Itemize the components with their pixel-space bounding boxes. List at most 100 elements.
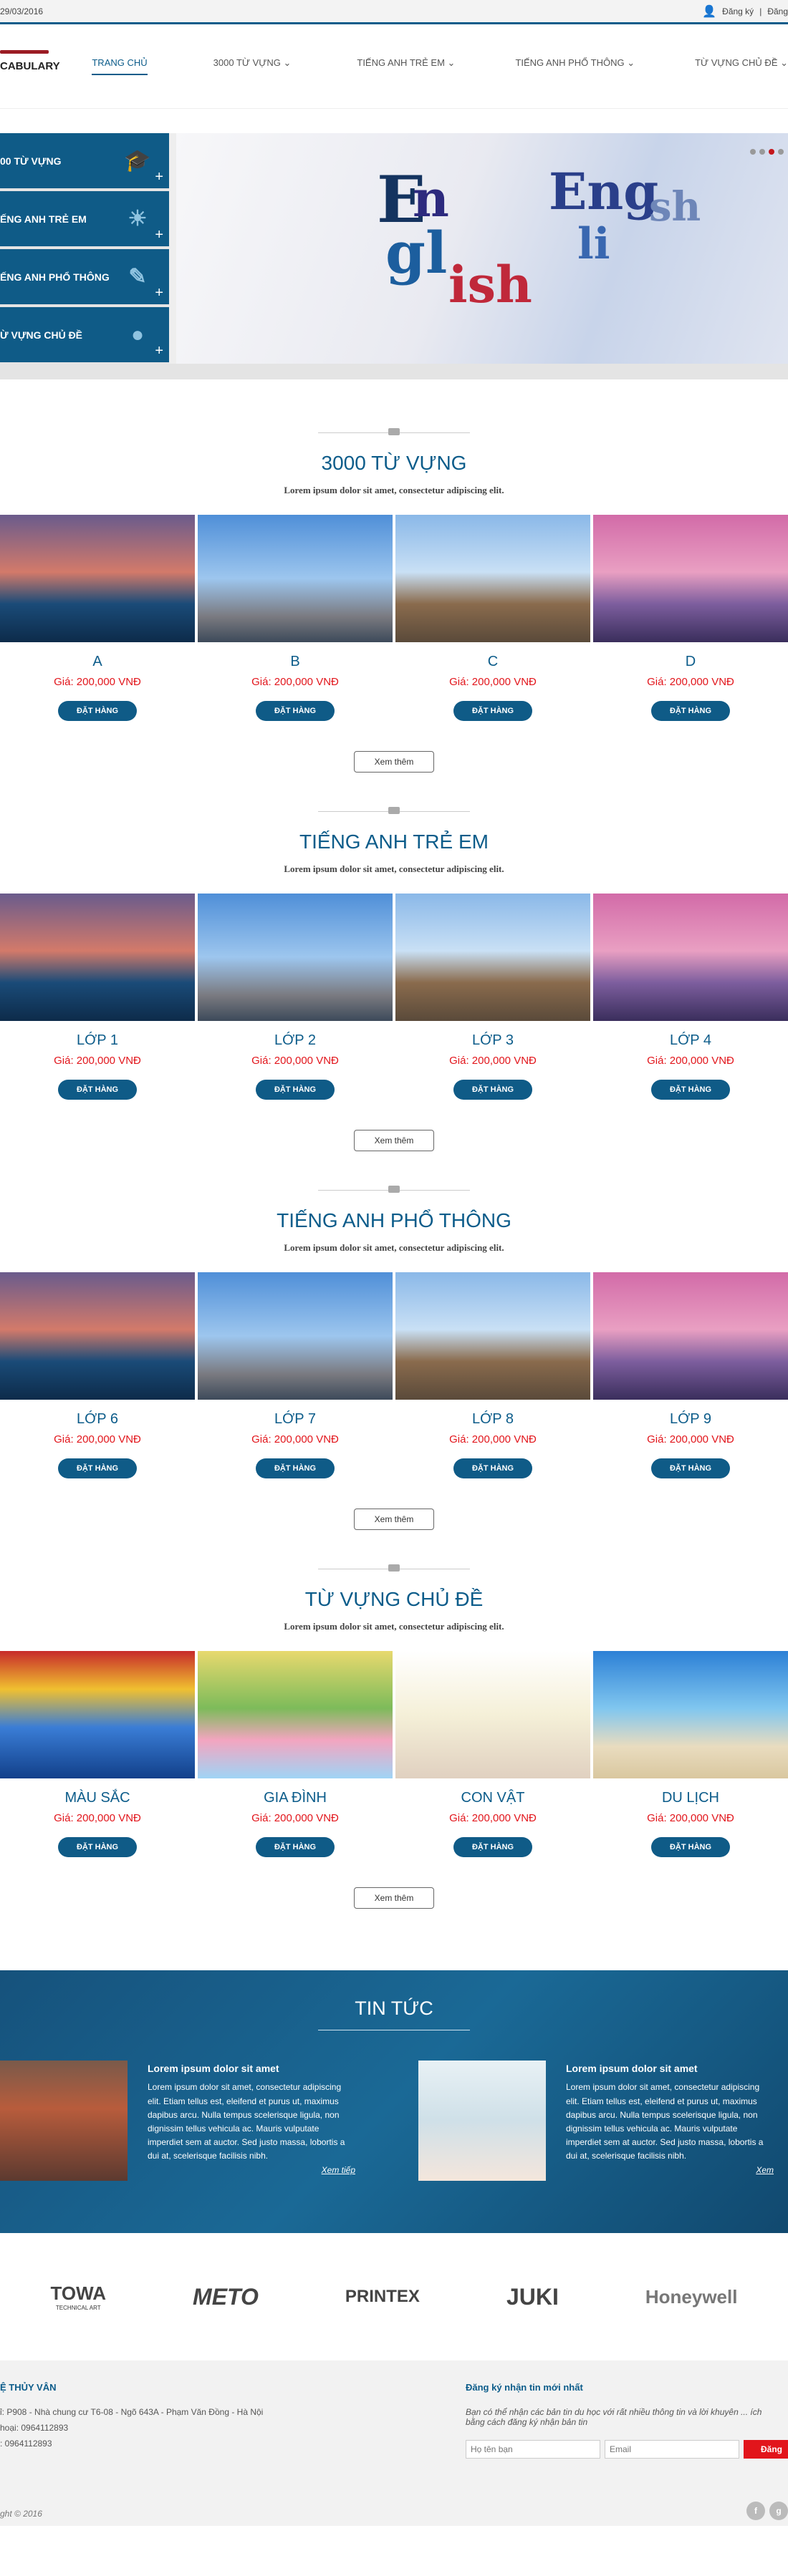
product-image[interactable] <box>395 1272 590 1400</box>
product-card[interactable]: LỚP 4 Giá: 200,000 VNĐ ĐẶT HÀNG <box>593 894 788 1100</box>
order-button[interactable]: ĐẶT HÀNG <box>57 1837 138 1857</box>
slider-dots[interactable] <box>750 149 784 155</box>
news-image[interactable] <box>418 2061 546 2181</box>
product-card[interactable]: B Giá: 200,000 VNĐ ĐẶT HÀNG <box>198 515 393 721</box>
product-image[interactable] <box>0 515 195 642</box>
order-button[interactable]: ĐẶT HÀNG <box>57 1080 138 1100</box>
sidebar-item-kids[interactable]: ẾNG ANH TRẺ EM ☀ + <box>0 191 169 246</box>
nav-3000-words[interactable]: 3000 TỪ VỰNG ⌄ <box>213 57 292 75</box>
register-link[interactable]: Đăng ký <box>722 6 754 16</box>
product-image[interactable] <box>395 894 590 1021</box>
order-button[interactable]: ĐẶT HÀNG <box>453 1837 533 1857</box>
product-name[interactable]: A <box>0 654 195 670</box>
product-card[interactable]: CON VẬT Giá: 200,000 VNĐ ĐẶT HÀNG <box>395 1651 590 1857</box>
email-input[interactable] <box>605 2440 739 2459</box>
product-name[interactable]: D <box>593 654 788 670</box>
view-more-button[interactable]: Xem thêm <box>353 751 435 773</box>
order-button[interactable]: ĐẶT HÀNG <box>650 1837 731 1857</box>
read-more-link[interactable]: Xem tiếp <box>148 2164 355 2177</box>
login-link[interactable]: Đăng <box>767 6 788 16</box>
product-name[interactable]: LỚP 8 <box>395 1411 590 1428</box>
order-button[interactable]: ĐẶT HÀNG <box>453 701 533 721</box>
product-card[interactable]: LỚP 7 Giá: 200,000 VNĐ ĐẶT HÀNG <box>198 1272 393 1478</box>
product-name[interactable]: LỚP 2 <box>198 1032 393 1049</box>
order-button[interactable]: ĐẶT HÀNG <box>255 1837 335 1857</box>
product-name[interactable]: LỚP 3 <box>395 1032 590 1049</box>
product-image[interactable] <box>593 1651 788 1778</box>
subscribe-button[interactable]: Đăng <box>744 2440 788 2459</box>
read-more-link[interactable]: Xem <box>566 2164 774 2177</box>
product-card[interactable]: LỚP 2 Giá: 200,000 VNĐ ĐẶT HÀNG <box>198 894 393 1100</box>
product-image[interactable] <box>198 894 393 1021</box>
view-more-button[interactable]: Xem thêm <box>353 1509 435 1530</box>
order-button[interactable]: ĐẶT HÀNG <box>650 701 731 721</box>
view-more-button[interactable]: Xem thêm <box>353 1130 435 1151</box>
product-price: Giá: 200,000 VNĐ <box>647 676 734 688</box>
product-card[interactable]: A Giá: 200,000 VNĐ ĐẶT HÀNG <box>0 515 195 721</box>
product-card[interactable]: GIA ĐÌNH Giá: 200,000 VNĐ ĐẶT HÀNG <box>198 1651 393 1857</box>
product-image[interactable] <box>593 515 788 642</box>
product-card[interactable]: LỚP 3 Giá: 200,000 VNĐ ĐẶT HÀNG <box>395 894 590 1100</box>
nav-kids-english[interactable]: TIẾNG ANH TRẺ EM ⌄ <box>357 57 455 75</box>
product-name[interactable]: B <box>198 654 393 670</box>
product-image[interactable] <box>198 1651 393 1778</box>
product-image[interactable] <box>593 894 788 1021</box>
logo[interactable]: CABULARY <box>0 50 90 72</box>
nav-general-english[interactable]: TIẾNG ANH PHỔ THÔNG ⌄ <box>515 57 635 75</box>
product-card[interactable]: MÀU SẮC Giá: 200,000 VNĐ ĐẶT HÀNG <box>0 1651 195 1857</box>
order-button[interactable]: ĐẶT HÀNG <box>57 1458 138 1478</box>
product-name[interactable]: CON VẬT <box>395 1790 590 1806</box>
product-card[interactable]: D Giá: 200,000 VNĐ ĐẶT HÀNG <box>593 515 788 721</box>
news-item[interactable]: Lorem ipsum dolor sit amet Lorem ipsum do… <box>394 2061 788 2181</box>
facebook-icon[interactable]: f <box>746 2502 765 2520</box>
product-name[interactable]: GIA ĐÌNH <box>198 1790 393 1806</box>
order-button[interactable]: ĐẶT HÀNG <box>255 1458 335 1478</box>
copyright: ght © 2016 <box>0 2509 42 2519</box>
order-button[interactable]: ĐẶT HÀNG <box>453 1458 533 1478</box>
sidebar-item-topics[interactable]: Ừ VỰNG CHỦ ĐỀ ● + <box>0 307 169 362</box>
product-image[interactable] <box>198 515 393 642</box>
sidebar-item-3000-words[interactable]: 00 TỪ VỰNG 🎓 + <box>0 133 169 188</box>
product-image[interactable] <box>395 1651 590 1778</box>
view-more-button[interactable]: Xem thêm <box>353 1887 435 1909</box>
product-card[interactable]: LỚP 8 Giá: 200,000 VNĐ ĐẶT HÀNG <box>395 1272 590 1478</box>
product-image[interactable] <box>593 1272 788 1400</box>
product-card[interactable]: C Giá: 200,000 VNĐ ĐẶT HÀNG <box>395 515 590 721</box>
product-image[interactable] <box>395 515 590 642</box>
order-button[interactable]: ĐẶT HÀNG <box>650 1080 731 1100</box>
brand-strip: TOWA TECHNICAL ART METO PRINTEX JUKI Hone… <box>0 2233 788 2360</box>
order-button[interactable]: ĐẶT HÀNG <box>57 701 138 721</box>
order-button[interactable]: ĐẶT HÀNG <box>255 1080 335 1100</box>
product-image[interactable] <box>0 1272 195 1400</box>
product-card[interactable]: LỚP 6 Giá: 200,000 VNĐ ĐẶT HÀNG <box>0 1272 195 1478</box>
product-name[interactable]: LỚP 6 <box>0 1411 195 1428</box>
sidebar-item-general[interactable]: ẾNG ANH PHỔ THÔNG ✎ + <box>0 249 169 304</box>
newsletter-title: Đăng ký nhận tin mới nhất <box>466 2382 583 2393</box>
product-card[interactable]: DU LỊCH Giá: 200,000 VNĐ ĐẶT HÀNG <box>593 1651 788 1857</box>
name-input[interactable] <box>466 2440 600 2459</box>
product-image[interactable] <box>0 894 195 1021</box>
product-price: Giá: 200,000 VNĐ <box>54 1055 141 1067</box>
product-name[interactable]: LỚP 7 <box>198 1411 393 1428</box>
news-item[interactable]: Lorem ipsum dolor sit amet Lorem ipsum do… <box>0 2061 394 2181</box>
product-card[interactable]: LỚP 1 Giá: 200,000 VNĐ ĐẶT HÀNG <box>0 894 195 1100</box>
product-name[interactable]: LỚP 4 <box>593 1032 788 1049</box>
order-button[interactable]: ĐẶT HÀNG <box>453 1080 533 1100</box>
googleplus-icon[interactable]: g <box>769 2502 788 2520</box>
order-button[interactable]: ĐẶT HÀNG <box>255 701 335 721</box>
hero-slider[interactable]: E n gl ish Eng li sh <box>176 133 788 364</box>
product-name[interactable]: MÀU SẮC <box>0 1790 195 1806</box>
product-name[interactable]: C <box>395 654 590 670</box>
product-name[interactable]: LỚP 1 <box>0 1032 195 1049</box>
user-icon: 👤 <box>702 5 717 18</box>
product-image[interactable] <box>198 1272 393 1400</box>
product-image[interactable] <box>0 1651 195 1778</box>
graduation-cap-icon: 🎓 <box>124 148 151 173</box>
order-button[interactable]: ĐẶT HÀNG <box>650 1458 731 1478</box>
product-card[interactable]: LỚP 9 Giá: 200,000 VNĐ ĐẶT HÀNG <box>593 1272 788 1478</box>
product-name[interactable]: DU LỊCH <box>593 1790 788 1806</box>
nav-topic-words[interactable]: TỪ VỰNG CHỦ ĐỀ ⌄ <box>695 57 788 75</box>
news-image[interactable] <box>0 2061 128 2181</box>
product-name[interactable]: LỚP 9 <box>593 1411 788 1428</box>
nav-home[interactable]: TRANG CHỦ <box>92 57 148 75</box>
